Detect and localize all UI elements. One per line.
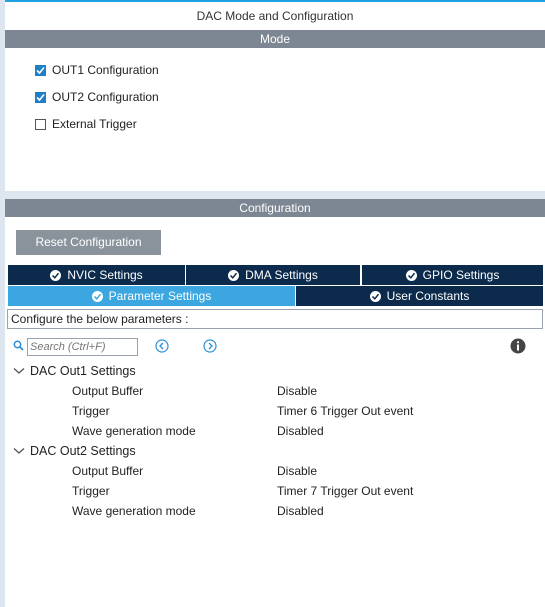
tab-label: GPIO Settings [422,268,500,282]
tab-dma-settings[interactable]: DMA Settings [186,265,360,285]
param-value[interactable]: Disable [277,382,317,400]
group-title: DAC Out2 Settings [30,444,136,458]
out2-configuration-checkbox-row[interactable]: OUT2 Configuration [35,89,159,105]
tab-label: Parameter Settings [108,289,212,303]
out2-configuration-checkbox[interactable] [35,91,46,103]
param-name: Output Buffer [72,464,144,478]
chevron-down-icon [13,368,25,374]
param-value[interactable]: Timer 7 Trigger Out event [277,482,413,500]
search-bar [13,337,138,357]
param-name: Output Buffer [72,384,144,398]
param-row-wave-generation-2[interactable]: Wave generation mode Disabled [72,502,542,520]
chevron-down-icon [13,448,25,454]
param-name: Wave generation mode [72,424,196,438]
check-circle-icon [228,269,240,281]
prev-arrow-icon[interactable] [155,339,169,353]
search-input[interactable] [27,338,138,356]
param-value[interactable]: Disable [277,462,317,480]
tab-user-constants[interactable]: User Constants [296,286,543,306]
check-circle-icon [50,269,62,281]
param-name: Wave generation mode [72,504,196,518]
out1-configuration-label: OUT1 Configuration [52,63,159,77]
mode-header: Mode [5,30,545,48]
param-row-wave-generation-1[interactable]: Wave generation mode Disabled [72,422,542,440]
configuration-panel: Reset Configuration NVIC Settings DMA Se… [5,217,545,607]
param-row-output-buffer-1[interactable]: Output Buffer Disable [72,382,542,400]
param-row-trigger-1[interactable]: Trigger Timer 6 Trigger Out event [72,402,542,420]
external-trigger-checkbox-row[interactable]: External Trigger [35,116,137,132]
param-row-output-buffer-2[interactable]: Output Buffer Disable [72,462,542,480]
tab-nvic-settings[interactable]: NVIC Settings [8,265,185,285]
param-name: Trigger [72,484,110,498]
param-row-trigger-2[interactable]: Trigger Timer 7 Trigger Out event [72,482,542,500]
external-trigger-label: External Trigger [52,117,137,131]
configuration-header: Configuration [5,199,545,217]
parameters-hint: Configure the below parameters : [7,309,543,329]
out1-configuration-checkbox[interactable] [35,64,46,76]
tab-parameter-settings[interactable]: Parameter Settings [8,286,295,306]
out1-configuration-checkbox-row[interactable]: OUT1 Configuration [35,62,159,78]
param-value[interactable]: Disabled [277,502,324,520]
mode-panel: OUT1 Configuration OUT2 Configuration Ex… [5,48,545,191]
next-arrow-icon[interactable] [203,339,217,353]
group-dac-out2-settings[interactable]: DAC Out2 Settings [13,442,136,460]
tab-label: DMA Settings [245,268,318,282]
group-title: DAC Out1 Settings [30,364,136,378]
check-circle-icon [369,290,381,302]
check-circle-icon [405,269,417,281]
info-icon[interactable] [510,338,526,354]
param-value[interactable]: Disabled [277,422,324,440]
reset-configuration-button[interactable]: Reset Configuration [16,230,161,255]
check-circle-icon [91,290,103,302]
tab-label: NVIC Settings [67,268,143,282]
group-dac-out1-settings[interactable]: DAC Out1 Settings [13,362,136,380]
window-title: DAC Mode and Configuration [5,0,545,30]
search-icon [13,340,24,354]
tab-label: User Constants [386,289,470,303]
out2-configuration-label: OUT2 Configuration [52,90,159,104]
external-trigger-checkbox[interactable] [35,118,46,130]
tab-gpio-settings[interactable]: GPIO Settings [362,265,543,285]
param-value[interactable]: Timer 6 Trigger Out event [277,402,413,420]
param-name: Trigger [72,404,110,418]
